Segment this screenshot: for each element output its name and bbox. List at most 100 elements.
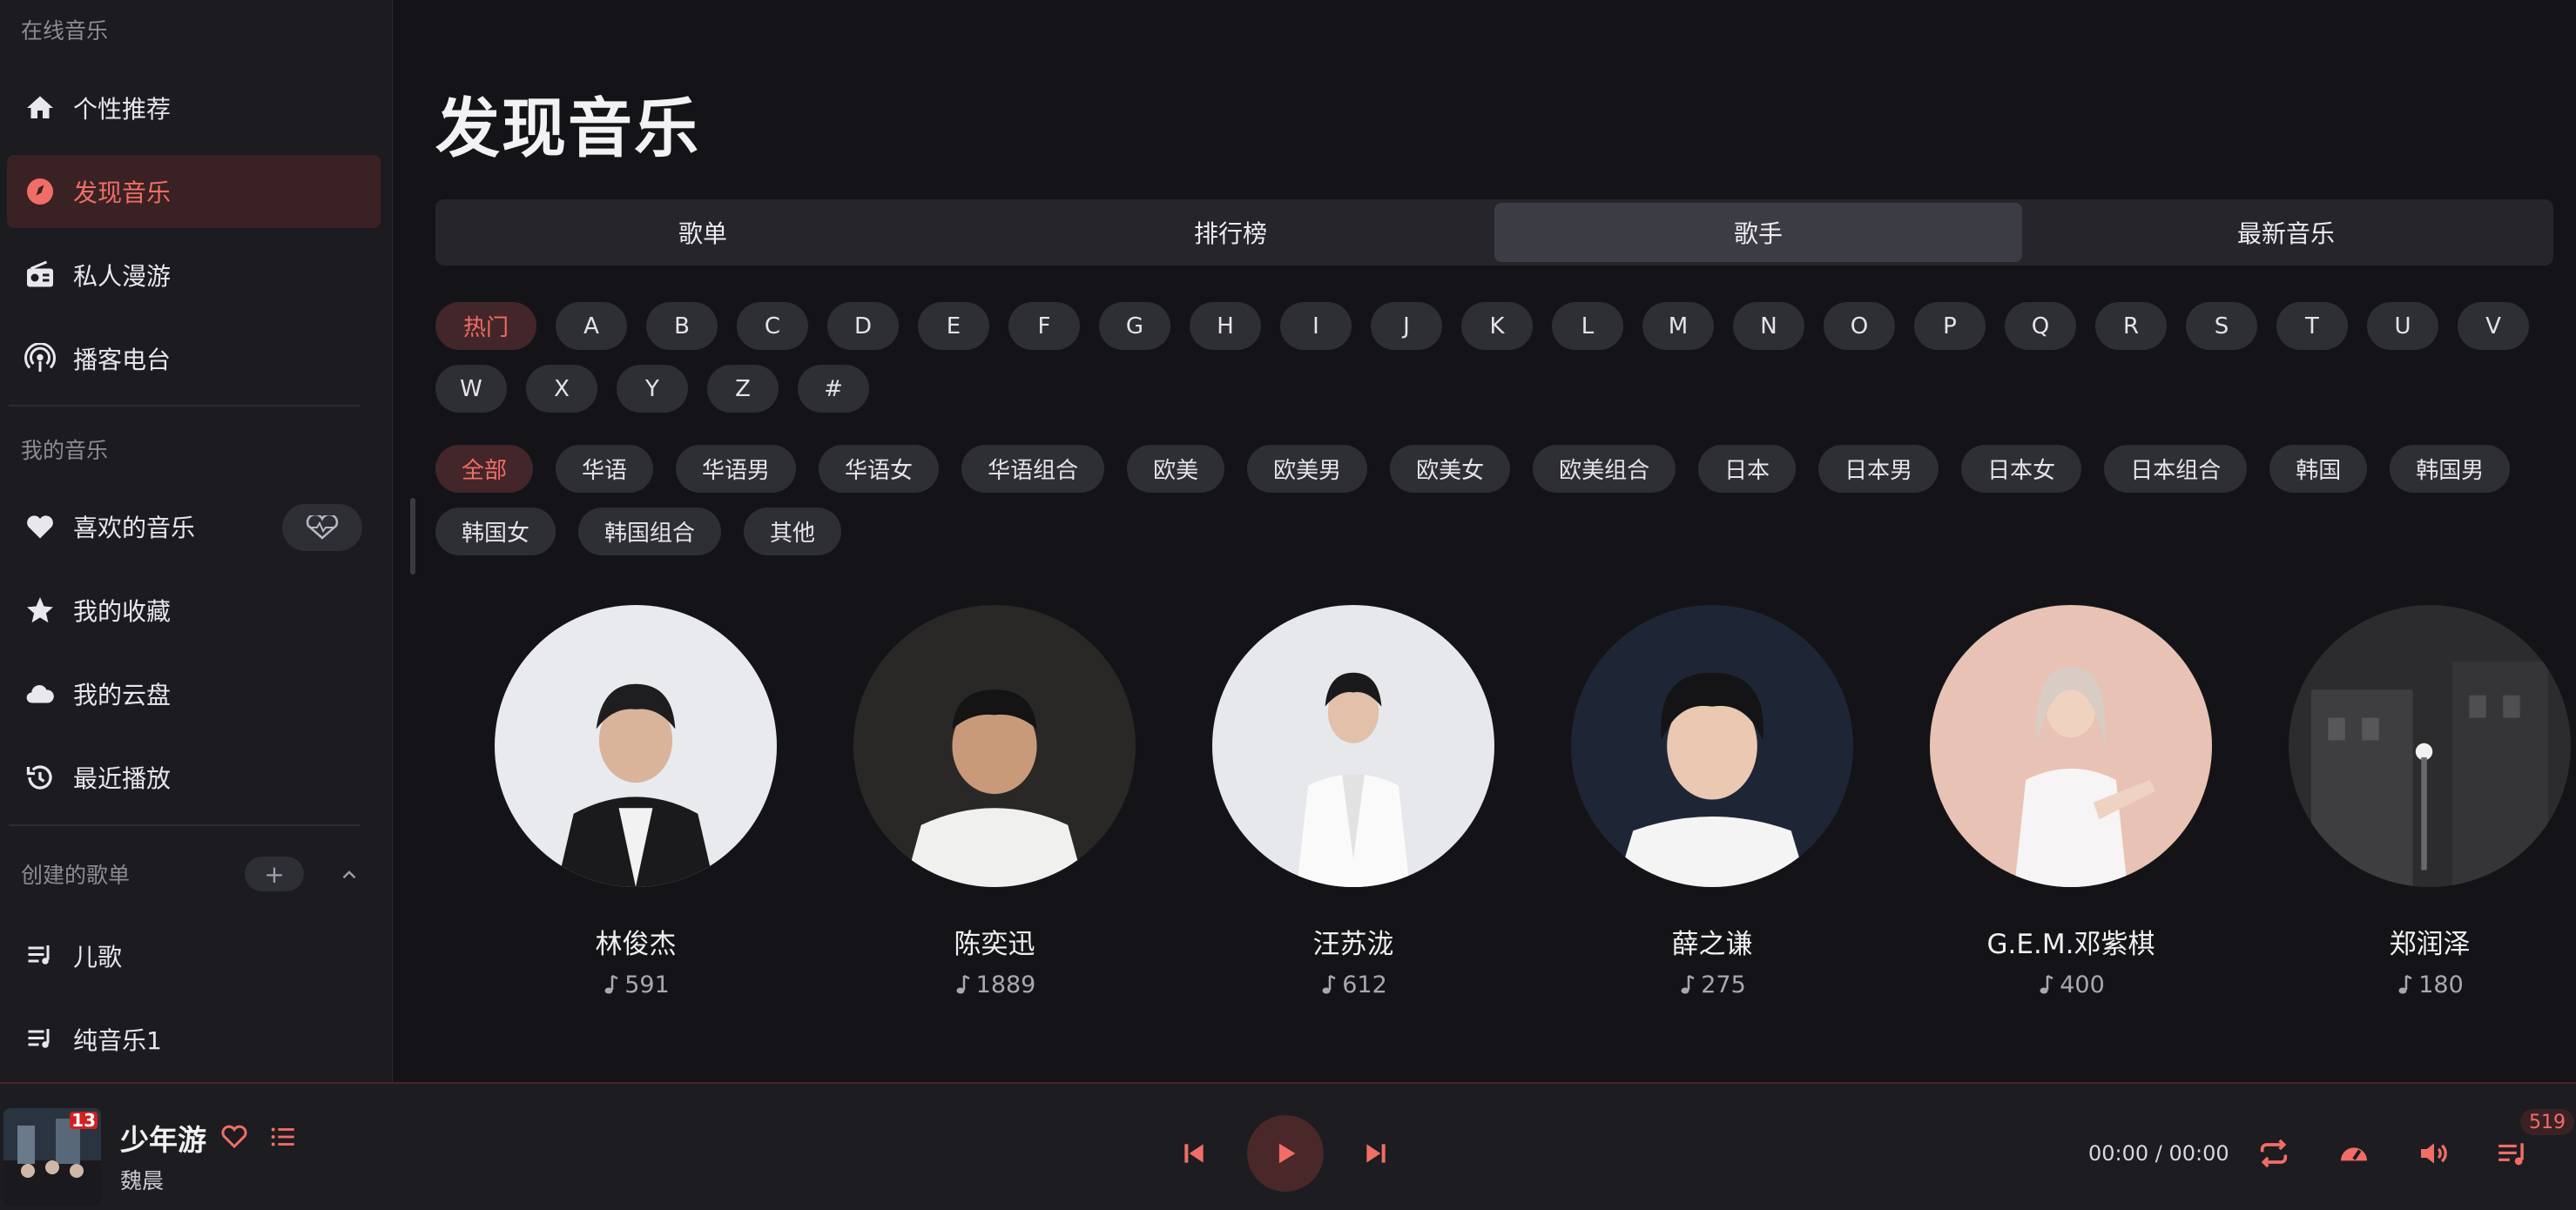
letter-chip[interactable]: K: [1461, 302, 1533, 350]
tab-artists[interactable]: 歌手: [1494, 203, 2022, 262]
sidebar-item-recommend[interactable]: 个性推荐: [0, 71, 381, 145]
album-cover[interactable]: 13: [3, 1108, 101, 1206]
letter-chip[interactable]: J: [1371, 302, 1442, 350]
artist-avatar[interactable]: [2289, 605, 2571, 887]
category-chip[interactable]: 韩国女: [435, 508, 556, 555]
sidebar-item-recent[interactable]: 最近播放: [0, 741, 381, 814]
category-chip[interactable]: 欧美: [1127, 445, 1225, 493]
letter-chip[interactable]: O: [1824, 302, 1895, 350]
letter-chip[interactable]: Z: [707, 365, 779, 413]
sidebar-item-podcast[interactable]: 播客电台: [0, 322, 381, 395]
podcast-icon: [24, 343, 56, 374]
letter-chip[interactable]: S: [2186, 302, 2257, 350]
artist-avatar[interactable]: [1930, 605, 2212, 887]
sidebar-item-discover[interactable]: 发现音乐: [7, 155, 381, 228]
artist-avatar[interactable]: [853, 605, 1136, 887]
category-chip[interactable]: 华语男: [676, 445, 797, 493]
sidebar-playlist-item[interactable]: 纯音乐1: [0, 1003, 381, 1076]
letter-chip[interactable]: 热门: [435, 302, 536, 350]
scrollbar-thumb[interactable]: [410, 498, 415, 575]
letter-chip[interactable]: Q: [2005, 302, 2076, 350]
category-chip[interactable]: 欧美男: [1247, 445, 1368, 493]
tab-new-music[interactable]: 最新音乐: [2022, 203, 2550, 262]
letter-chip[interactable]: G: [1099, 302, 1170, 350]
heartbeat-icon: [306, 515, 339, 540]
category-chip[interactable]: 韩国男: [2390, 445, 2511, 493]
cover-badge: 13: [71, 1110, 96, 1131]
music-note-icon: [956, 974, 970, 993]
song-artist[interactable]: 魏晨: [120, 1164, 164, 1195]
artist-card[interactable]: 薛之谦 275: [1533, 605, 1892, 998]
letter-chip[interactable]: D: [827, 302, 899, 350]
artist-grid: 林俊杰 591 陈奕迅 1889 汪苏泷 612 薛之谦 275 G.E.M.邓…: [456, 605, 2576, 998]
letter-chip[interactable]: W: [435, 365, 507, 413]
category-chip[interactable]: 日本组合: [2104, 445, 2248, 493]
letter-chip[interactable]: N: [1733, 302, 1804, 350]
sidebar-item-cloud[interactable]: 我的云盘: [0, 657, 381, 730]
letter-chip[interactable]: H: [1190, 302, 1261, 350]
next-button[interactable]: [1362, 1139, 1390, 1167]
letter-chip[interactable]: A: [556, 302, 627, 350]
category-chip[interactable]: 全部: [435, 445, 534, 493]
letter-chip[interactable]: C: [737, 302, 808, 350]
add-playlist-button[interactable]: +: [245, 857, 304, 891]
tab-playlists[interactable]: 歌单: [439, 203, 967, 262]
category-chip[interactable]: 华语女: [819, 445, 940, 493]
category-chip[interactable]: 韩国: [2269, 445, 2368, 493]
speedometer-icon: [2341, 1147, 2367, 1161]
artist-name: 陈奕迅: [954, 929, 1035, 960]
skip-next-icon: [1366, 1144, 1386, 1163]
letter-chip[interactable]: U: [2367, 302, 2438, 350]
like-button[interactable]: [219, 1120, 250, 1152]
playlist-queue-button[interactable]: [2496, 1138, 2529, 1171]
artist-card[interactable]: G.E.M.邓紫棋 400: [1892, 605, 2250, 998]
category-chip[interactable]: 日本女: [1961, 445, 2082, 493]
letter-chip[interactable]: E: [918, 302, 989, 350]
queue-icon: [2498, 1143, 2524, 1166]
letter-chip[interactable]: R: [2095, 302, 2167, 350]
category-chip[interactable]: 韩国组合: [578, 508, 722, 555]
sidebar-playlist-item[interactable]: 儿歌: [0, 919, 381, 992]
letter-chip[interactable]: #: [798, 365, 869, 413]
letter-chip[interactable]: L: [1552, 302, 1623, 350]
artist-avatar[interactable]: [1571, 605, 1853, 887]
artist-avatar[interactable]: [495, 605, 777, 887]
category-chip[interactable]: 欧美组合: [1533, 445, 1676, 493]
category-chip[interactable]: 日本男: [1818, 445, 1939, 493]
song-title[interactable]: 少年游: [120, 1117, 206, 1159]
letter-chip[interactable]: I: [1280, 302, 1352, 350]
play-button[interactable]: [1247, 1115, 1324, 1192]
category-chip[interactable]: 日本: [1698, 445, 1797, 493]
letter-chip[interactable]: P: [1914, 302, 1986, 350]
chevron-up-icon[interactable]: [338, 864, 361, 886]
previous-button[interactable]: [1180, 1139, 1208, 1167]
letter-chip[interactable]: V: [2458, 302, 2529, 350]
artist-card[interactable]: 陈奕迅 1889: [815, 605, 1174, 998]
artist-card[interactable]: 汪苏泷 612: [1174, 605, 1533, 998]
heartbeat-mode-button[interactable]: [282, 504, 362, 551]
playback-speed-button[interactable]: [2337, 1136, 2371, 1171]
song-menu-button[interactable]: [268, 1122, 298, 1152]
category-chip[interactable]: 华语组合: [961, 445, 1105, 493]
letter-chip[interactable]: Y: [617, 365, 688, 413]
category-chip[interactable]: 欧美女: [1390, 445, 1511, 493]
artist-card[interactable]: 林俊杰 591: [456, 605, 815, 998]
letter-chip[interactable]: X: [526, 365, 597, 413]
volume-button[interactable]: [2417, 1136, 2451, 1171]
category-chip[interactable]: 其他: [744, 508, 842, 555]
category-chip[interactable]: 华语: [556, 445, 654, 493]
letter-chip[interactable]: B: [646, 302, 718, 350]
sidebar-item-label: 个性推荐: [73, 95, 172, 124]
category-filter: 全部 华语 华语男 华语女 华语组合 欧美 欧美男 欧美女 欧美组合 日本 日本男 日本女 日本组合 韩国…: [435, 445, 2560, 570]
artist-avatar[interactable]: [1212, 605, 1494, 887]
letter-chip[interactable]: M: [1642, 302, 1714, 350]
artist-card[interactable]: 郑润泽 180: [2250, 605, 2576, 998]
sidebar-item-collection[interactable]: 我的收藏: [0, 574, 381, 647]
playlist-icon: [24, 940, 56, 971]
letter-chip[interactable]: F: [1008, 302, 1080, 350]
letter-chip[interactable]: T: [2276, 302, 2348, 350]
music-note-icon: [2398, 974, 2412, 993]
tab-charts[interactable]: 排行榜: [967, 203, 1494, 262]
repeat-button[interactable]: [2256, 1136, 2291, 1171]
sidebar-item-radio[interactable]: 私人漫游: [0, 239, 381, 312]
